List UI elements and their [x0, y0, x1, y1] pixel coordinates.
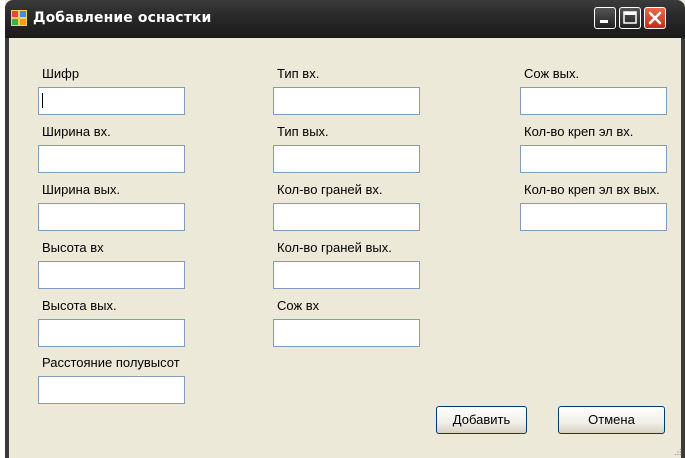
window-title: Добавление оснастки	[33, 10, 212, 26]
input-type-in[interactable]	[273, 87, 420, 115]
label-height-out: Высота вых.	[42, 298, 117, 313]
text-caret	[42, 93, 43, 108]
input-faces-in[interactable]	[273, 203, 420, 231]
close-icon	[648, 11, 662, 25]
label-height-in: Высота вх	[42, 240, 104, 255]
app-icon	[11, 10, 27, 26]
input-type-out[interactable]	[273, 145, 420, 173]
input-faces-out[interactable]	[273, 261, 420, 289]
input-half-height-distance[interactable]	[38, 376, 185, 404]
input-fasteners-in-out[interactable]	[520, 203, 667, 231]
input-fasteners-in[interactable]	[520, 145, 667, 173]
maximize-button[interactable]	[619, 7, 641, 29]
label-type-out: Тип вых.	[277, 124, 329, 139]
label-faces-in: Кол-во граней вх.	[277, 182, 383, 197]
label-half-height-distance: Расстояние полувысот	[42, 355, 180, 370]
window-frame-left	[5, 38, 9, 458]
label-fasteners-in: Кол-во креп эл вх.	[524, 124, 634, 139]
input-height-out[interactable]	[38, 319, 185, 347]
input-width-out[interactable]	[38, 203, 185, 231]
maximize-icon	[623, 11, 637, 24]
input-height-in[interactable]	[38, 261, 185, 289]
label-coolant-out: Сож вых.	[524, 66, 580, 81]
input-width-in[interactable]	[38, 145, 185, 173]
label-coolant-in: Сож вх	[277, 298, 320, 313]
resize-grip-icon[interactable]	[674, 448, 682, 456]
cancel-button[interactable]: Отмена	[558, 406, 665, 434]
minimize-button[interactable]	[594, 7, 616, 29]
label-type-in: Тип вх.	[277, 66, 320, 81]
label-width-out: Ширина вых.	[42, 182, 121, 197]
window-frame-right	[681, 38, 685, 458]
input-shifr[interactable]	[38, 87, 185, 115]
add-button[interactable]: Добавить	[436, 406, 527, 434]
dialog-window: Добавление оснастки Шифр Ширина вх. Шири…	[5, 0, 685, 458]
label-width-in: Ширина вх.	[42, 124, 111, 139]
label-faces-out: Кол-во граней вых.	[277, 240, 392, 255]
label-shifr: Шифр	[42, 66, 80, 81]
input-coolant-out[interactable]	[520, 87, 667, 115]
label-fasteners-in-out: Кол-во креп эл вх вых.	[524, 182, 660, 197]
input-coolant-in[interactable]	[273, 319, 420, 347]
close-button[interactable]	[644, 7, 666, 29]
title-bar[interactable]: Добавление оснастки	[5, 0, 685, 38]
minimize-icon	[600, 20, 608, 23]
